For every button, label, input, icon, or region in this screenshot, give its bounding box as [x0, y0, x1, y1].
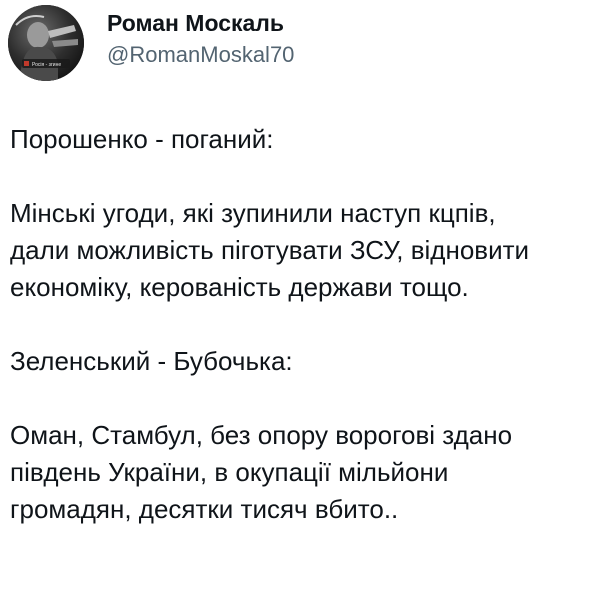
- tweet-card: Росія - згине Роман Москаль @RomanMoskal…: [0, 0, 615, 615]
- tweet-line: економіку, керованість держави тощо.: [10, 272, 469, 302]
- tweet-paragraph: Порошенко - поганий:: [10, 121, 615, 158]
- tweet-paragraph: Зеленський - Бубочька:: [10, 343, 615, 380]
- avatar-caption: Росія - згине: [32, 62, 61, 68]
- author-handle[interactable]: @RomanMoskal70: [107, 40, 294, 70]
- tweet-paragraph: Оман, Стамбул, без опору ворогові здано …: [10, 417, 615, 528]
- tweet-line: Зеленський - Бубочька:: [10, 346, 293, 376]
- tweet-text: Порошенко - поганий: Мінські угоди, які …: [10, 121, 615, 528]
- tweet-line: Порошенко - поганий:: [10, 124, 274, 154]
- avatar-image: Росія - згине: [8, 5, 84, 81]
- tweet-line: Мінські угоди, які зупинили наступ кцпів…: [10, 198, 496, 228]
- author-display-name[interactable]: Роман Москаль: [107, 8, 294, 38]
- tweet-line: громадян, десятки тисяч вбито..: [10, 494, 399, 524]
- tweet-header: Роман Москаль @RomanMoskal70: [107, 8, 294, 70]
- tweet-line: південь України, в окупації мільйони: [10, 457, 449, 487]
- avatar[interactable]: Росія - згине: [8, 5, 84, 81]
- tweet-line: дали можливість піготувати ЗСУ, відновит…: [10, 235, 530, 265]
- tweet-line: Оман, Стамбул, без опору ворогові здано: [10, 420, 513, 450]
- tweet-paragraph: Мінські угоди, які зупинили наступ кцпів…: [10, 195, 615, 306]
